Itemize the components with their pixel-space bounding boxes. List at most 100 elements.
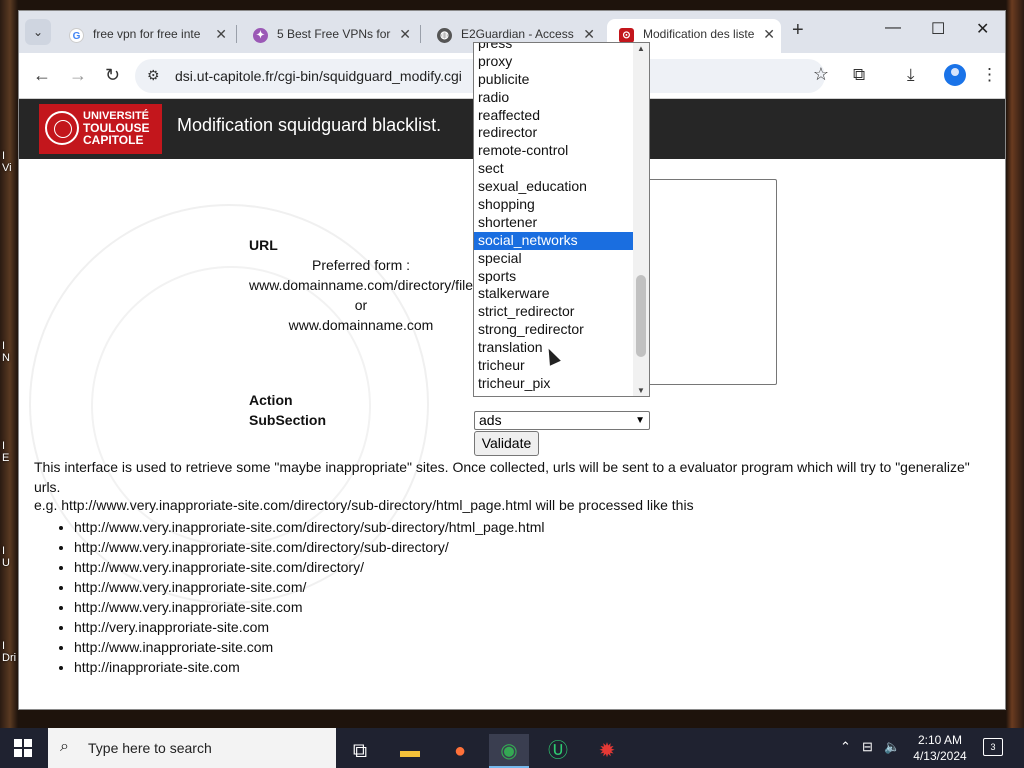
new-tab-button[interactable]: + <box>792 19 804 42</box>
clock-time: 2:10 AM <box>917 733 963 747</box>
list-item: http://very.inapproriate-site.com <box>74 617 544 637</box>
search-icon: ⌕ <box>60 738 69 755</box>
list-item: http://www.very.inapproriate-site.com/ <box>74 577 544 597</box>
address-url[interactable]: dsi.ut-capitole.fr/cgi-bin/squidguard_mo… <box>175 68 462 84</box>
dropdown-option[interactable]: sect <box>474 160 633 178</box>
tab-best-vpns[interactable]: ✦ 5 Best Free VPNs for ✕ <box>241 19 421 53</box>
notification-center-icon[interactable]: 3 <box>983 738 1003 756</box>
dropdown-option[interactable]: special <box>474 250 633 268</box>
bookmark-star-icon[interactable]: ☆ <box>813 64 829 85</box>
desktop-icon[interactable]: IN <box>2 340 10 364</box>
forward-icon[interactable]: → <box>69 65 87 86</box>
globe-icon: ◍ <box>437 28 452 43</box>
dropdown-option[interactable]: stalkerware <box>474 285 633 303</box>
dropdown-option[interactable]: press <box>474 43 633 53</box>
tab-free-vpn[interactable]: G free vpn for free inte ✕ <box>57 19 237 53</box>
dropdown-option[interactable]: redirector <box>474 124 633 142</box>
desktop-icon[interactable]: IE <box>2 440 9 464</box>
tab-title: Modification des liste <box>643 27 755 41</box>
close-window-icon[interactable]: ✕ <box>976 19 989 39</box>
scroll-up-icon[interactable]: ▲ <box>637 44 645 53</box>
list-item: http://www.very.inapproriate-site.com/di… <box>74 557 544 577</box>
subsection-select[interactable]: ads ▼ <box>474 411 650 430</box>
form-example-2: www.domainname.com <box>288 317 434 333</box>
desktop-icon[interactable]: IU <box>2 545 10 569</box>
scrollbar-thumb[interactable] <box>636 275 646 357</box>
back-icon[interactable]: ← <box>33 65 51 86</box>
subsection-dropdown-list[interactable]: press proxy publicite radio reaffected redire… <box>473 42 650 397</box>
close-icon[interactable]: ✕ <box>763 26 775 43</box>
desktop-icon[interactable]: I Dri <box>2 640 16 664</box>
url-label: URL <box>249 237 278 253</box>
form-example-1: www.domainname.com/directory/file <box>249 277 474 293</box>
vpn-app-icon[interactable]: Ⓤ <box>538 734 578 768</box>
windows-start-icon[interactable] <box>14 739 32 757</box>
dropdown-options: press proxy publicite radio reaffected redire… <box>474 43 633 396</box>
tab-separator <box>420 25 421 43</box>
dropdown-option[interactable]: reaffected <box>474 107 633 125</box>
dropdown-option[interactable]: sexual_education <box>474 178 633 196</box>
file-explorer-icon[interactable]: ▬ <box>390 734 430 768</box>
taskbar-search-box[interactable]: ⌕ Type here to search <box>48 728 336 768</box>
generalized-url-list: http://www.very.inapproriate-site.com/di… <box>74 517 544 677</box>
action-label: Action <box>249 392 293 408</box>
dropdown-option[interactable]: radio <box>474 89 633 107</box>
extensions-icon[interactable]: ⧉ <box>853 65 865 85</box>
preferred-form-label: Preferred form : <box>311 257 411 273</box>
menu-kebab-icon[interactable]: ⋮ <box>981 65 998 85</box>
chrome-icon[interactable]: ◉ <box>489 734 529 768</box>
dropdown-option[interactable]: strong_redirector <box>474 321 633 339</box>
dropdown-option[interactable]: update <box>474 393 633 396</box>
university-logo[interactable]: UNIVERSITÉ TOULOUSE CAPITOLE <box>39 104 162 154</box>
scroll-down-icon[interactable]: ▼ <box>637 386 645 395</box>
subsection-label: SubSection <box>249 412 327 428</box>
close-icon[interactable]: ✕ <box>215 26 227 43</box>
clock-date: 4/13/2024 <box>913 749 967 763</box>
chevron-up-icon[interactable]: ⌃ <box>840 739 851 755</box>
close-icon[interactable]: ✕ <box>583 26 595 43</box>
firefox-icon[interactable]: ● <box>440 734 480 768</box>
dropdown-option[interactable]: social_networks <box>474 231 633 250</box>
task-view-icon[interactable]: ⧉ <box>340 734 380 768</box>
or-label: or <box>354 297 368 313</box>
profile-avatar[interactable] <box>944 64 966 86</box>
network-icon[interactable]: ⊟ <box>862 739 873 755</box>
dropdown-option[interactable]: remote-control <box>474 142 633 160</box>
search-placeholder: Type here to search <box>88 740 212 756</box>
list-item: http://www.inapproriate-site.com <box>74 637 544 657</box>
dropdown-option[interactable]: sports <box>474 268 633 286</box>
google-icon: G <box>69 28 84 43</box>
logo-line: CAPITOLE <box>83 133 144 147</box>
site-info-icon[interactable]: ⚙ <box>147 67 160 84</box>
validate-button[interactable]: Validate <box>474 431 539 456</box>
dropdown-scrollbar[interactable]: ▲ ▼ <box>633 43 649 396</box>
volume-muted-icon[interactable]: 🔈 <box>884 739 900 755</box>
dropdown-option[interactable]: proxy <box>474 53 633 71</box>
maximize-icon[interactable]: ☐ <box>931 19 945 39</box>
page-title: Modification squidguard blacklist. <box>177 115 442 135</box>
system-clock[interactable]: 2:10 AM 4/13/2024 <box>912 732 968 764</box>
ut-capitole-icon: ⊙ <box>619 28 634 43</box>
reload-icon[interactable]: ↻ <box>105 65 120 86</box>
example-text: e.g. http://www.very.inapproriate-site.c… <box>34 497 694 513</box>
tab-search-button[interactable]: ⌄ <box>25 19 51 45</box>
dropdown-option[interactable]: tricheur_pix <box>474 375 633 393</box>
puzzle-icon: ✦ <box>253 28 268 43</box>
close-icon[interactable]: ✕ <box>399 26 411 43</box>
dropdown-option[interactable]: shortener <box>474 214 633 232</box>
subsection-value: ads <box>479 412 502 428</box>
security-app-icon[interactable]: ✹ <box>587 734 627 768</box>
list-item: http://www.very.inapproriate-site.com/di… <box>74 517 544 537</box>
chevron-down-icon: ▼ <box>635 415 645 426</box>
seal-icon <box>45 111 79 145</box>
list-item: http://www.very.inapproriate-site.com <box>74 597 544 617</box>
desktop-icon[interactable]: I Vi <box>2 150 12 174</box>
dropdown-option[interactable]: strict_redirector <box>474 303 633 321</box>
download-icon[interactable]: ⤓ <box>907 65 915 85</box>
minimize-icon[interactable]: — <box>885 19 901 37</box>
dropdown-option[interactable]: shopping <box>474 196 633 214</box>
dropdown-option[interactable]: publicite <box>474 71 633 89</box>
list-item: http://inapproriate-site.com <box>74 657 544 677</box>
tab-title: free vpn for free inte <box>93 27 201 41</box>
list-item: http://www.very.inapproriate-site.com/di… <box>74 537 544 557</box>
